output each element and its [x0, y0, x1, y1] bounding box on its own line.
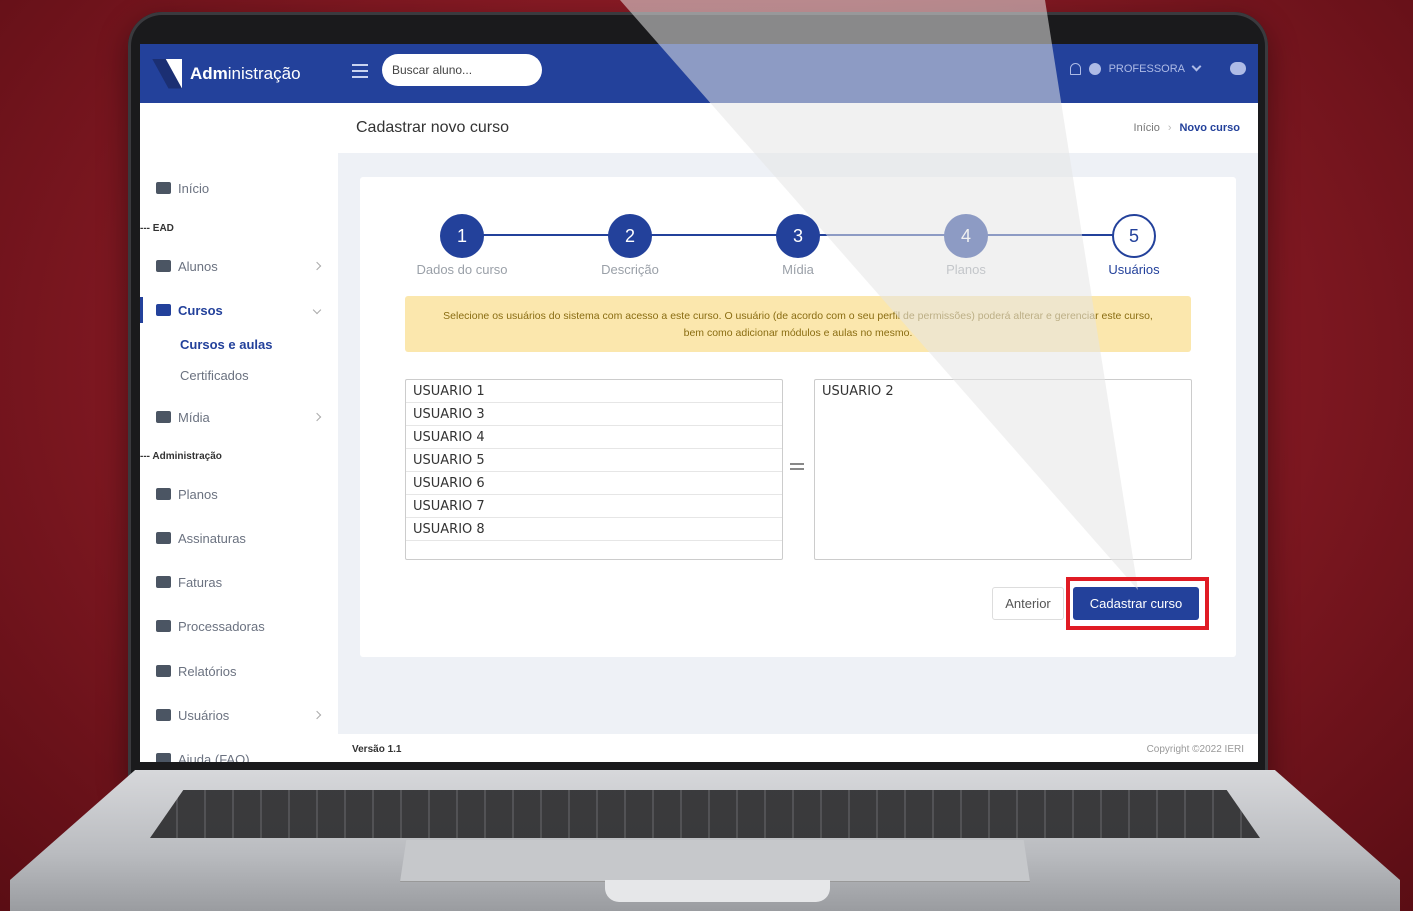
breadcrumb-current: Novo curso [1179, 122, 1240, 134]
page-title: Cadastrar novo curso [356, 119, 509, 136]
sidebar-item-ajuda[interactable]: Ajuda (FAQ) [140, 742, 338, 762]
invoice-icon [156, 576, 171, 588]
sidebar-subitem-cursos-e-aulas[interactable]: Cursos e aulas [180, 337, 273, 352]
breadcrumb-separator-icon: › [1167, 122, 1172, 134]
step-1-circle[interactable]: 1 [440, 214, 484, 258]
swap-arrows-icon[interactable] [788, 460, 806, 472]
chat-icon[interactable] [1230, 62, 1246, 75]
sidebar-item-label: Mídia [178, 409, 210, 425]
list-item[interactable]: USUARIO 5 [406, 449, 782, 472]
chevron-right-icon [312, 412, 322, 422]
page-header: Cadastrar novo curso Início › Novo curso [338, 103, 1258, 153]
bell-icon[interactable] [1069, 62, 1081, 75]
help-icon [156, 753, 171, 762]
sidebar-item-label: Faturas [178, 574, 223, 590]
list-item[interactable]: USUARIO 4 [406, 426, 782, 449]
sidebar-item-faturas[interactable]: Faturas [140, 565, 338, 599]
sidebar-item-cursos[interactable]: Cursos [140, 293, 338, 327]
sidebar-item-midia[interactable]: Mídia [140, 400, 338, 434]
sidebar-item-relatorios[interactable]: Relatórios [140, 654, 338, 688]
laptop-trackpad [400, 840, 1030, 882]
sidebar-item-processadoras[interactable]: Processadoras [140, 609, 338, 643]
sidebar-section-ead: --- EAD [140, 223, 174, 234]
sidebar-item-inicio[interactable]: Início [140, 171, 338, 205]
sidebar-section-admin: --- Administração [140, 451, 222, 462]
sidebar-item-label: Cursos [178, 302, 223, 318]
step-3-label: Mídia [782, 262, 814, 277]
paper-plane-icon [156, 488, 171, 500]
sidebar-item-planos[interactable]: Planos [140, 477, 338, 511]
copyright-text: Copyright ©2022 IERI [1146, 744, 1244, 755]
step-2-label: Descrição [601, 262, 659, 277]
list-item[interactable]: USUARIO 2 [815, 380, 1191, 403]
user-area: PROFESSORA [1069, 61, 1246, 75]
sidebar-item-label: Assinaturas [178, 530, 246, 546]
breadcrumb-home[interactable]: Início [1134, 122, 1160, 134]
sidebar-item-usuarios[interactable]: Usuários [140, 698, 338, 732]
laptop-keyboard [150, 790, 1260, 838]
shopping-bag-icon [156, 532, 171, 544]
laptop-screen: Administração PROFESSORA Início --- EAD … [140, 44, 1258, 762]
chevron-down-icon [312, 305, 322, 315]
sidebar-item-label: Início [178, 180, 210, 196]
info-alert: Selecione os usuários do sistema com ace… [405, 296, 1191, 352]
sidebar-item-label: Relatórios [178, 663, 237, 679]
book-icon [156, 304, 171, 316]
user-icon [1088, 62, 1101, 75]
step-5-circle[interactable]: 5 [1112, 214, 1156, 258]
brand-text: Administração [190, 63, 301, 83]
step-2-circle[interactable]: 2 [608, 214, 652, 258]
list-item[interactable]: USUARIO 3 [406, 403, 782, 426]
chevron-right-icon [312, 261, 322, 271]
previous-button[interactable]: Anterior [992, 587, 1064, 620]
sidebar-item-label: Alunos [178, 258, 218, 274]
step-1-label: Dados do curso [416, 262, 508, 277]
chevron-down-icon[interactable] [1191, 61, 1202, 72]
sidebar-subitem-certificados[interactable]: Certificados [180, 368, 249, 383]
step-5-label: Usuários [1108, 262, 1160, 277]
brand-logo-icon [152, 59, 182, 89]
brand[interactable]: Administração [140, 44, 338, 103]
graduation-cap-icon [156, 260, 171, 272]
sidebar: Início --- EAD Alunos Cursos Cursos e au… [140, 103, 338, 762]
step-4-circle[interactable]: 4 [944, 214, 988, 258]
list-item[interactable]: USUARIO 8 [406, 518, 782, 541]
sidebar-item-label: Usuários [178, 707, 230, 723]
image-icon [156, 411, 171, 423]
hamburger-menu-icon[interactable] [352, 64, 368, 78]
available-users-list[interactable]: USUARIO 1 USUARIO 3 USUARIO 4 USUARIO 5 … [405, 379, 783, 560]
list-item[interactable]: USUARIO 7 [406, 495, 782, 518]
users-icon [156, 709, 171, 721]
selected-users-list[interactable]: USUARIO 2 [814, 379, 1192, 560]
breadcrumb: Início › Novo curso [1134, 122, 1240, 134]
step-4-label: Planos [946, 262, 986, 277]
chevron-right-icon [312, 710, 322, 720]
list-item[interactable]: USUARIO 6 [406, 472, 782, 495]
highlight-box [1066, 577, 1209, 630]
top-navbar: Administração PROFESSORA [140, 44, 1258, 103]
sidebar-item-label: Processadoras [178, 618, 265, 634]
bar-chart-icon [156, 665, 171, 677]
home-icon [156, 182, 171, 194]
footer: Versão 1.1 Copyright ©2022 IERI [338, 734, 1258, 762]
search-input[interactable] [382, 54, 542, 86]
sidebar-item-label: Ajuda (FAQ) [178, 751, 250, 763]
list-item[interactable]: USUARIO 1 [406, 380, 782, 403]
user-name[interactable]: PROFESSORA [1109, 63, 1185, 75]
step-3-circle[interactable]: 3 [776, 214, 820, 258]
laptop-notch [605, 880, 830, 902]
sidebar-item-label: Planos [178, 486, 218, 502]
sidebar-item-alunos[interactable]: Alunos [140, 249, 338, 283]
sidebar-item-assinaturas[interactable]: Assinaturas [140, 521, 338, 555]
version-text: Versão 1.1 [352, 744, 402, 755]
credit-card-icon [156, 620, 171, 632]
